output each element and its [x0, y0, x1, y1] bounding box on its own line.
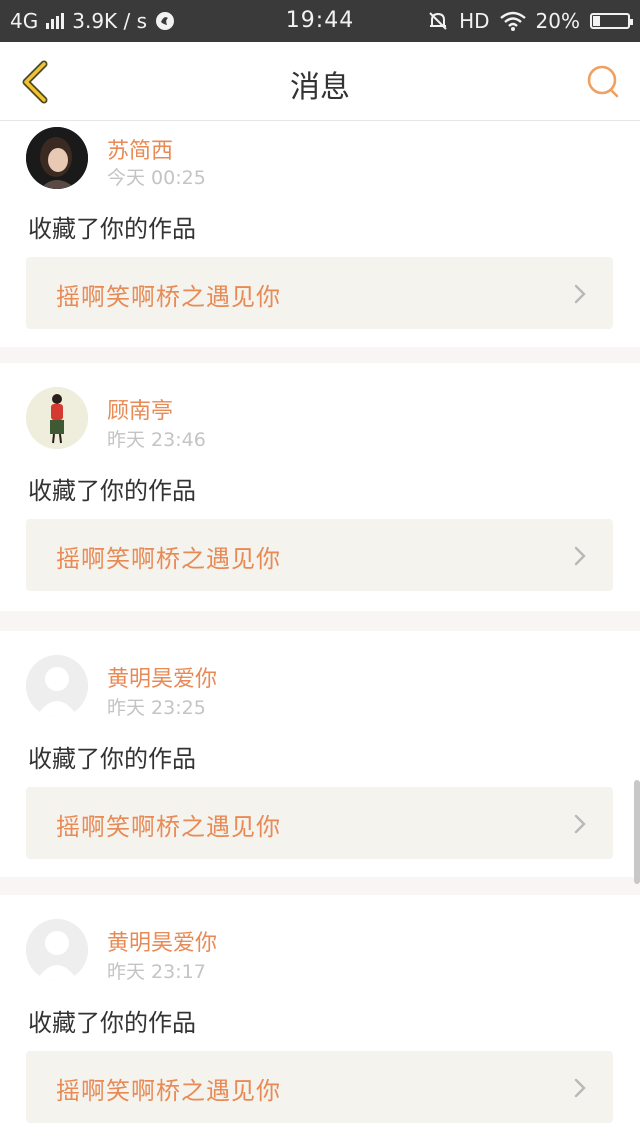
battery-percent: 20%	[535, 9, 580, 33]
message-text: 收藏了你的作品	[28, 745, 196, 773]
battery-level	[593, 16, 600, 26]
username[interactable]: 顾南亭	[107, 393, 173, 425]
wifi-icon	[499, 11, 526, 31]
divider	[0, 877, 640, 895]
work-link-card[interactable]: 摇啊笑啊桥之遇见你	[26, 519, 613, 591]
status-bar: 4G 3.9K / s 19:44 HD 20%	[0, 0, 640, 42]
username[interactable]: 黄明昊爱你	[107, 661, 217, 693]
chevron-right-icon	[574, 814, 586, 834]
work-title: 摇啊笑啊桥之遇见你	[56, 283, 281, 311]
message-item[interactable]: 顾南亭 昨天 23:46 收藏了你的作品 摇啊笑啊桥之遇见你	[0, 363, 640, 611]
timestamp: 昨天 23:17	[107, 961, 206, 983]
search-icon[interactable]	[586, 64, 622, 100]
work-link-card[interactable]: 摇啊笑啊桥之遇见你	[26, 1051, 613, 1123]
nav-header: 消息	[0, 42, 640, 121]
divider	[0, 347, 640, 363]
work-link-card[interactable]: 摇啊笑啊桥之遇见你	[26, 787, 613, 859]
chevron-right-icon	[574, 1078, 586, 1098]
work-link-card[interactable]: 摇啊笑啊桥之遇见你	[26, 257, 613, 329]
status-right: HD 20%	[427, 9, 633, 33]
message-item[interactable]: 黄明昊爱你 昨天 23:25 收藏了你的作品 摇啊笑啊桥之遇见你	[0, 631, 640, 877]
chevron-right-icon	[574, 284, 586, 304]
timestamp: 今天 00:25	[107, 167, 206, 189]
work-title: 摇啊笑啊桥之遇见你	[56, 1077, 281, 1105]
battery-icon	[590, 13, 633, 29]
work-title: 摇啊笑啊桥之遇见你	[56, 813, 281, 841]
scrollbar[interactable]	[634, 780, 640, 884]
timestamp: 昨天 23:25	[107, 697, 206, 719]
message-item[interactable]: 苏简西 今天 00:25 收藏了你的作品 摇啊笑啊桥之遇见你	[0, 121, 640, 347]
username[interactable]: 苏简西	[107, 133, 173, 165]
timestamp: 昨天 23:46	[107, 429, 206, 451]
page-title: 消息	[290, 70, 350, 105]
username[interactable]: 黄明昊爱你	[107, 925, 217, 957]
chevron-right-icon	[574, 546, 586, 566]
divider	[0, 611, 640, 631]
message-feed[interactable]: 苏简西 今天 00:25 收藏了你的作品 摇啊笑啊桥之遇见你 顾南亭 昨天 23…	[0, 121, 640, 1145]
work-title: 摇啊笑啊桥之遇见你	[56, 545, 281, 573]
message-text: 收藏了你的作品	[28, 1009, 196, 1037]
user-avatar[interactable]	[26, 387, 88, 449]
hd-label: HD	[459, 9, 490, 33]
default-avatar-icon[interactable]	[26, 655, 88, 717]
message-text: 收藏了你的作品	[28, 215, 196, 243]
default-avatar-icon[interactable]	[26, 919, 88, 981]
user-avatar[interactable]	[26, 127, 88, 189]
message-item[interactable]: 黄明昊爱你 昨天 23:17 收藏了你的作品 摇啊笑啊桥之遇见你	[0, 895, 640, 1145]
mute-bell-icon	[429, 12, 447, 30]
message-text: 收藏了你的作品	[28, 477, 196, 505]
